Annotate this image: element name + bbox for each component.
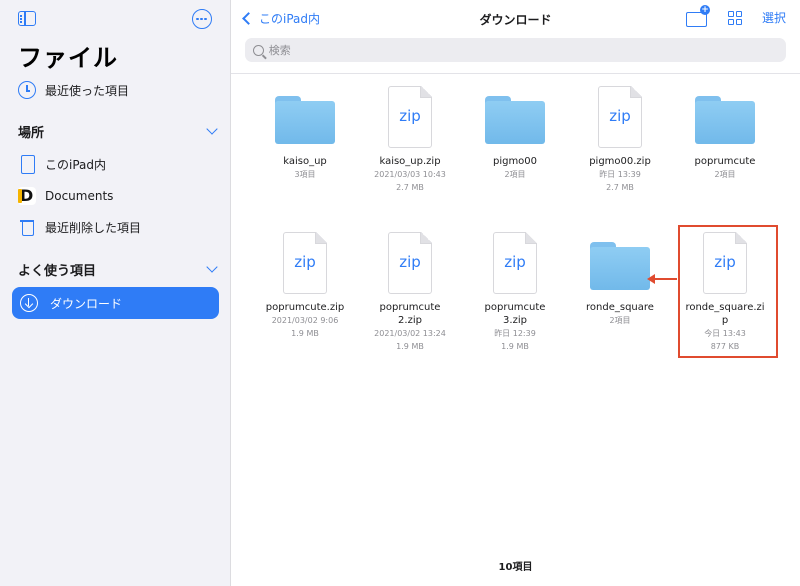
item-date: 昨日 13:39 — [599, 170, 641, 179]
item-size: 2.7 MB — [606, 183, 634, 192]
sidebar-item-documents[interactable]: Documents — [18, 183, 218, 209]
file-item-kaiso-up[interactable]: kaiso_up 3項目 — [257, 86, 353, 181]
item-date: 2021/03/02 9:06 — [271, 316, 339, 325]
annotation-highlight-box — [678, 225, 778, 358]
sidebar-item-label: Documents — [45, 189, 114, 203]
item-size: 1.9 MB — [291, 329, 319, 338]
sidebar-toggle-icon[interactable] — [18, 11, 36, 26]
item-date: 2021/03/03 10:43 — [374, 170, 446, 179]
item-name: kaiso_up.zip — [379, 156, 441, 167]
search-icon — [253, 44, 264, 56]
item-name: poprumcute 3.zip — [484, 302, 546, 326]
sidebar-item-label: このiPad内 — [45, 157, 107, 172]
ipad-icon — [18, 155, 36, 174]
section-header-favorites[interactable]: よく使う項目 — [18, 259, 218, 279]
item-name: poprumcute — [694, 156, 756, 167]
download-icon — [20, 294, 38, 312]
sidebar-item-this-ipad[interactable]: このiPad内 — [18, 151, 218, 177]
search-input[interactable] — [268, 43, 786, 57]
item-name: kaiso_up — [283, 156, 327, 167]
item-date: 2021/03/02 13:24 — [374, 329, 446, 338]
file-item-poprumcute-zip[interactable]: zip poprumcute.zip 2021/03/02 9:06 1.9 M… — [257, 232, 353, 340]
trash-icon — [18, 218, 36, 236]
sidebar-title: ファイル — [18, 44, 118, 72]
sidebar-item-label: 最近使った項目 — [45, 83, 130, 98]
sidebar-item-downloads[interactable]: ダウンロード — [12, 287, 219, 319]
section-header-label: よく使う項目 — [18, 263, 97, 279]
main-content: このiPad内 ダウンロード 選択 kaiso_up 3項目 zip kaiso… — [231, 0, 800, 586]
more-options-icon[interactable] — [192, 9, 212, 29]
documents-app-icon — [18, 186, 36, 205]
clock-icon — [18, 81, 36, 99]
item-name: pigmo00.zip — [589, 156, 651, 167]
item-meta: 2項目 — [714, 170, 736, 179]
sidebar-item-recently-deleted[interactable]: 最近削除した項目 — [18, 214, 218, 240]
file-item-pigmo00-zip[interactable]: zip pigmo00.zip 昨日 13:39 2.7 MB — [572, 86, 668, 194]
item-name: pigmo00 — [492, 156, 538, 167]
section-header-locations[interactable]: 場所 — [18, 121, 218, 141]
annotation-arrow — [653, 278, 677, 280]
sidebar-item-label: 最近削除した項目 — [45, 220, 142, 235]
item-size: 1.9 MB — [501, 342, 529, 351]
file-item-kaiso-up-zip[interactable]: zip kaiso_up.zip 2021/03/03 10:43 2.7 MB — [362, 86, 458, 194]
section-header-label: 場所 — [18, 125, 45, 141]
folder-icon — [695, 96, 755, 144]
sidebar-item-recents[interactable]: 最近使った項目 — [18, 77, 218, 103]
item-size: 1.9 MB — [396, 342, 424, 351]
file-item-poprumcute-3-zip[interactable]: zip poprumcute 3.zip 昨日 12:39 1.9 MB — [467, 232, 563, 353]
arrow-left-icon — [647, 274, 655, 284]
item-name: poprumcute.zip — [265, 302, 345, 313]
folder-icon — [485, 96, 545, 144]
zip-file-icon: zip — [388, 232, 432, 294]
chevron-down-icon[interactable] — [206, 123, 218, 135]
folder-icon — [275, 96, 335, 144]
search-bar[interactable] — [245, 38, 786, 62]
zip-file-icon: zip — [283, 232, 327, 294]
chevron-down-icon[interactable] — [206, 261, 218, 273]
folder-icon — [590, 242, 650, 290]
item-size: 2.7 MB — [396, 183, 424, 192]
sidebar: ファイル 最近使った項目 場所 このiPad内 Documents 最近削除した… — [0, 0, 231, 586]
select-button[interactable]: 選択 — [762, 9, 786, 26]
file-item-poprumcute-2-zip[interactable]: zip poprumcute 2.zip 2021/03/02 13:24 1.… — [362, 232, 458, 353]
zip-file-icon: zip — [493, 232, 537, 294]
new-folder-icon[interactable] — [685, 5, 710, 27]
item-meta: 2項目 — [609, 316, 631, 325]
navigation-bar: このiPad内 ダウンロード 選択 — [231, 0, 800, 74]
zip-file-icon: zip — [598, 86, 642, 148]
item-name: ronde_square — [586, 302, 654, 313]
item-meta: 2項目 — [504, 170, 526, 179]
item-name: poprumcute 2.zip — [379, 302, 441, 326]
item-count: 10項目 — [498, 562, 533, 573]
file-item-poprumcute[interactable]: poprumcute 2項目 — [677, 86, 773, 181]
grid-view-icon[interactable] — [727, 10, 742, 25]
sidebar-item-label: ダウンロード — [50, 296, 123, 311]
file-item-pigmo00[interactable]: pigmo00 2項目 — [467, 86, 563, 181]
sidebar-top-bar — [18, 9, 212, 29]
zip-file-icon: zip — [388, 86, 432, 148]
nav-actions: 選択 — [685, 5, 786, 27]
item-date: 昨日 12:39 — [494, 329, 536, 338]
item-meta: 3項目 — [294, 170, 316, 179]
